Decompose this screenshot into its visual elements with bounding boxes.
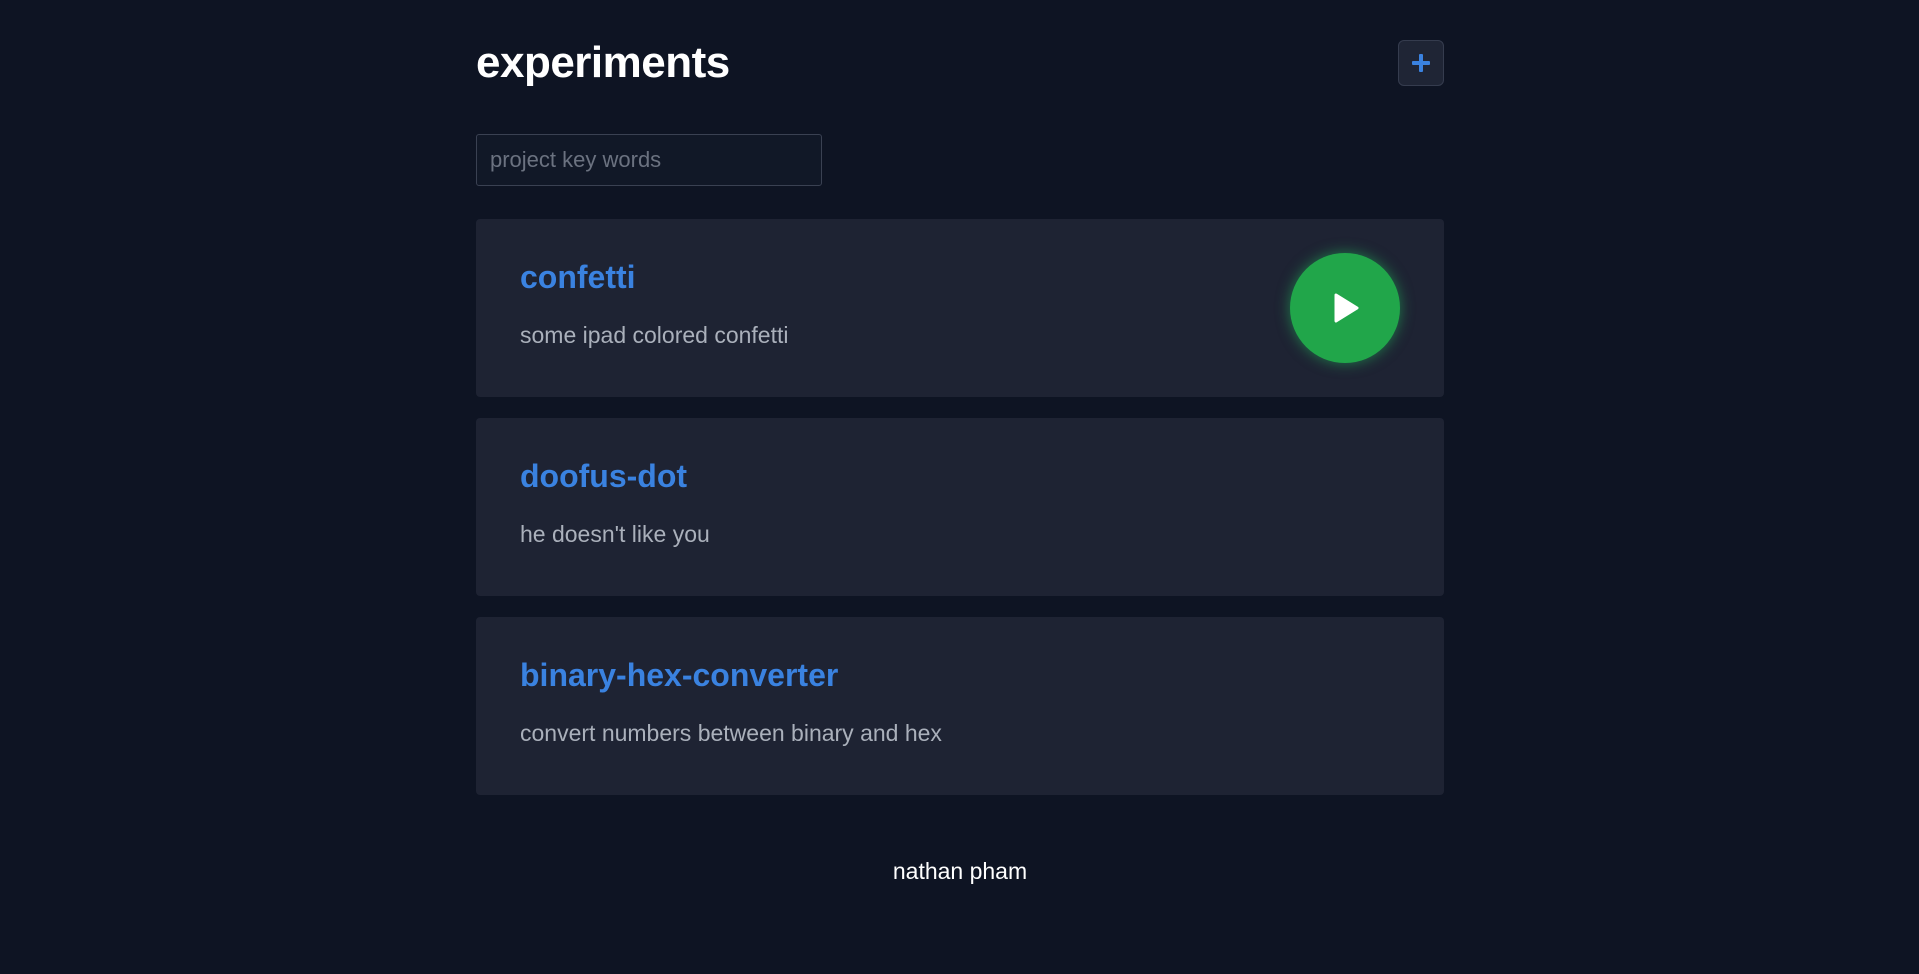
play-button[interactable] (1290, 253, 1400, 363)
page-header: experiments (476, 0, 1444, 128)
add-project-button[interactable] (1398, 40, 1444, 86)
project-card-confetti: confetti some ipad colored confetti (476, 219, 1444, 397)
project-title-link[interactable]: confetti (520, 259, 636, 296)
play-icon (1334, 293, 1359, 323)
footer-author: nathan pham (892, 858, 1028, 884)
project-card-binary-hex-converter: binary-hex-converter convert numbers bet… (476, 617, 1444, 795)
project-description: convert numbers between binary and hex (520, 720, 942, 746)
project-description: he doesn't like you (520, 521, 710, 547)
project-title-link[interactable]: binary-hex-converter (520, 657, 838, 694)
page-title: experiments (476, 38, 730, 87)
plus-icon (1412, 54, 1430, 72)
main-container: experiments confetti some ipad colored c… (476, 0, 1444, 884)
project-description: some ipad colored confetti (520, 322, 789, 348)
project-card-doofus-dot: doofus-dot he doesn't like you (476, 418, 1444, 596)
search-input[interactable] (476, 134, 822, 186)
project-title-link[interactable]: doofus-dot (520, 458, 687, 495)
